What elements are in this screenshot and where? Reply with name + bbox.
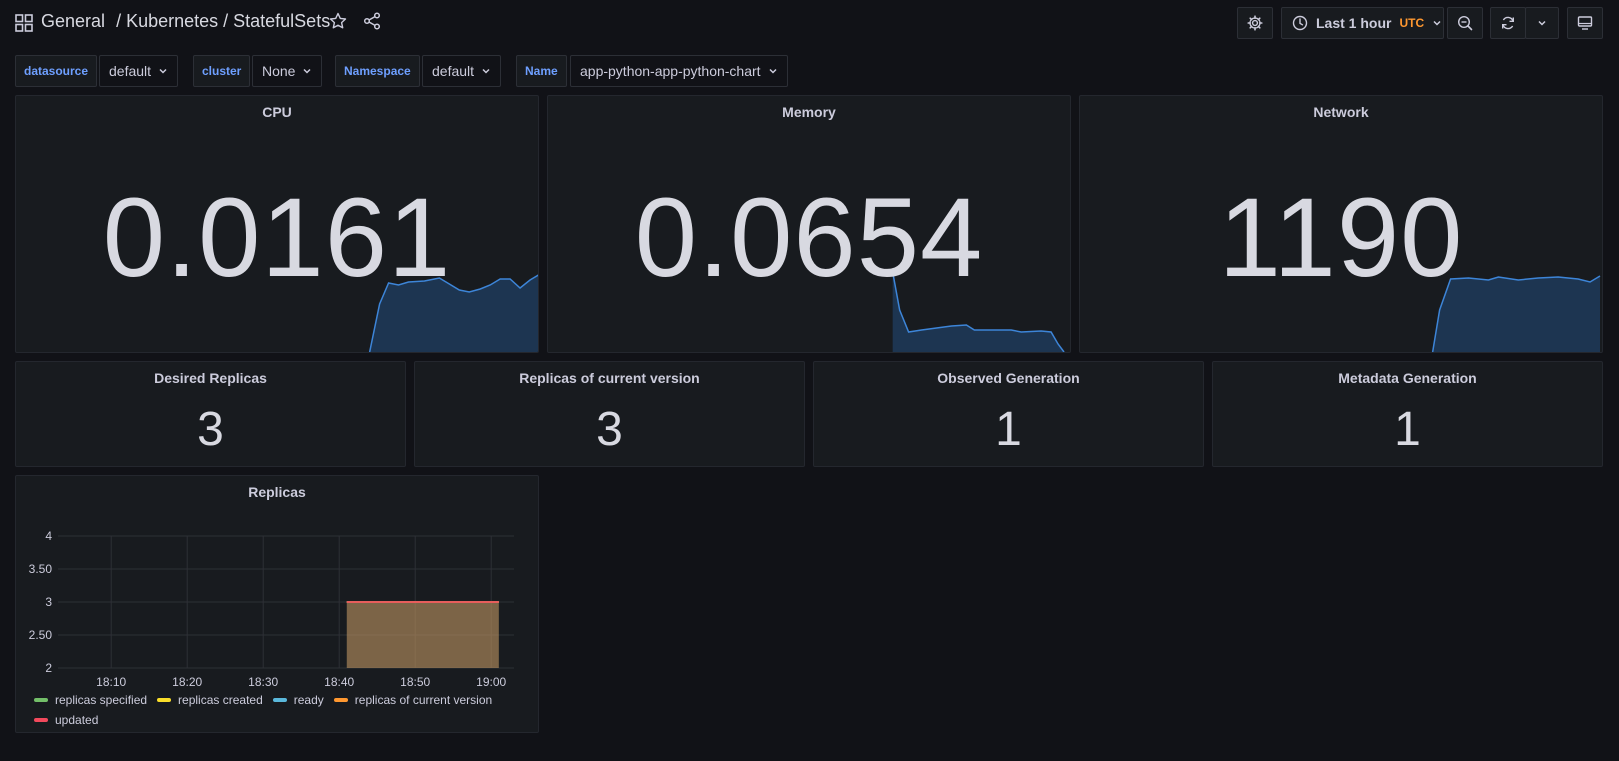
breadcrumb-dashboard-title[interactable]: / Kubernetes / StatefulSets: [116, 11, 330, 31]
chevron-down-icon: [1433, 20, 1441, 26]
variable-select-datasource[interactable]: default: [99, 55, 179, 87]
chevron-down-icon: [159, 68, 167, 74]
refresh-icon: [1502, 16, 1514, 30]
variable-value: default: [432, 63, 475, 79]
variable-label-namespace: Namespace: [335, 55, 420, 87]
variable-value: app-python-app-python-chart: [580, 63, 761, 79]
x-tick-label: 19:00: [476, 675, 506, 689]
legend-item[interactable]: replicas of current version: [333, 691, 493, 709]
variable-value: default: [109, 63, 152, 79]
timezone-label: UTC: [1399, 16, 1425, 30]
legend-label: replicas created: [178, 693, 263, 707]
chevron-down-icon: [482, 68, 490, 74]
legend-label: replicas specified: [55, 693, 148, 707]
refresh-button[interactable]: [1490, 7, 1526, 39]
panel-title[interactable]: CPU: [16, 104, 538, 120]
metadata-generation-panel[interactable]: Metadata Generation 1: [1212, 361, 1603, 467]
legend-label: ready: [293, 693, 324, 707]
y-tick-label: 3: [45, 595, 52, 609]
replicas-legend: replicas specified replicas created ready r…: [34, 689, 524, 729]
current-version-replicas-panel[interactable]: Replicas of current version 3: [414, 361, 805, 467]
chevron-down-icon: [1538, 20, 1546, 26]
dashboards-grid-icon[interactable]: [15, 14, 33, 32]
network-value: 1190: [1218, 175, 1464, 300]
memory-stat-panel[interactable]: Memory 0.0654: [547, 95, 1071, 353]
panel-title[interactable]: Observed Generation: [814, 370, 1203, 386]
legend-swatch: [34, 718, 48, 722]
zoom-out-icon: [1457, 15, 1473, 31]
cpu-stat-panel[interactable]: CPU 0.0161: [15, 95, 539, 353]
gear-icon: [1247, 15, 1263, 31]
top-navbar: General / Kubernetes / StatefulSets Last…: [0, 0, 1619, 46]
variable-label-datasource: datasource: [15, 55, 98, 87]
legend-label: updated: [55, 713, 99, 727]
zoom-out-button[interactable]: [1447, 7, 1483, 39]
observed-generation-value: 1: [995, 403, 1022, 456]
legend-item[interactable]: updated: [34, 711, 98, 729]
variable-select-name[interactable]: app-python-app-python-chart: [570, 55, 788, 87]
panel-title[interactable]: Replicas: [16, 484, 538, 500]
legend-item[interactable]: replicas created: [157, 691, 263, 709]
variable-value: None: [262, 63, 296, 79]
panel-title[interactable]: Replicas of current version: [415, 370, 804, 386]
variable-select-cluster[interactable]: None: [252, 55, 323, 87]
variable-label-name: Name: [516, 55, 567, 87]
star-icon[interactable]: [329, 12, 347, 30]
legend-item[interactable]: replicas specified: [34, 691, 147, 709]
time-range-picker[interactable]: Last 1 hour UTC: [1281, 7, 1444, 39]
refresh-interval-dropdown[interactable]: [1525, 7, 1559, 39]
x-tick-label: 18:40: [324, 675, 354, 689]
clock-icon: [1292, 15, 1308, 31]
monitor-icon: [1577, 16, 1593, 30]
legend-swatch: [157, 698, 172, 702]
variable-select-namespace[interactable]: default: [422, 55, 502, 87]
replicas-chart[interactable]: 2 2.50 3 3.50 4 18:10 18:20 18:30 18:40 18:50 19:0…: [16, 504, 539, 689]
panel-title[interactable]: Desired Replicas: [16, 370, 405, 386]
replicas-timeseries-panel[interactable]: Replicas 2 2.50 3 3.50 4 18:10 18:20 18:30 18:40…: [15, 475, 539, 733]
dashboard-settings-button[interactable]: [1237, 7, 1273, 39]
legend-label: replicas of current version: [354, 693, 493, 707]
y-tick-label: 2.50: [29, 628, 53, 642]
legend-swatch: [333, 698, 348, 702]
legend-item[interactable]: ready: [272, 691, 324, 709]
observed-generation-panel[interactable]: Observed Generation 1: [813, 361, 1204, 467]
x-tick-label: 18:50: [400, 675, 430, 689]
y-tick-label: 3.50: [29, 562, 53, 576]
current-version-replicas-value: 3: [596, 403, 623, 456]
breadcrumb: General / Kubernetes / StatefulSets: [41, 11, 336, 32]
chevron-down-icon: [769, 68, 777, 74]
time-range-label: Last 1 hour: [1316, 15, 1392, 31]
panel-title[interactable]: Metadata Generation: [1213, 370, 1602, 386]
legend-swatch: [34, 698, 48, 702]
x-tick-label: 18:10: [96, 675, 126, 689]
desired-replicas-value: 3: [197, 403, 224, 456]
legend-swatch: [272, 698, 287, 702]
x-tick-label: 18:20: [172, 675, 202, 689]
share-icon[interactable]: [363, 12, 381, 30]
network-stat-panel[interactable]: Network 1190: [1079, 95, 1603, 353]
breadcrumb-folder[interactable]: General: [41, 11, 105, 31]
memory-value: 0.0654: [634, 175, 984, 300]
panel-title[interactable]: Memory: [548, 104, 1070, 120]
panel-title[interactable]: Network: [1080, 104, 1602, 120]
desired-replicas-panel[interactable]: Desired Replicas 3: [15, 361, 406, 467]
y-tick-label: 4: [45, 529, 52, 543]
series-area-updated: [346, 602, 499, 668]
cpu-value: 0.0161: [102, 175, 452, 300]
tv-mode-button[interactable]: [1567, 7, 1603, 39]
metadata-generation-value: 1: [1394, 403, 1421, 456]
y-tick-label: 2: [45, 661, 52, 675]
variable-label-cluster: cluster: [193, 55, 251, 87]
chevron-down-icon: [303, 68, 311, 74]
x-tick-label: 18:30: [248, 675, 278, 689]
